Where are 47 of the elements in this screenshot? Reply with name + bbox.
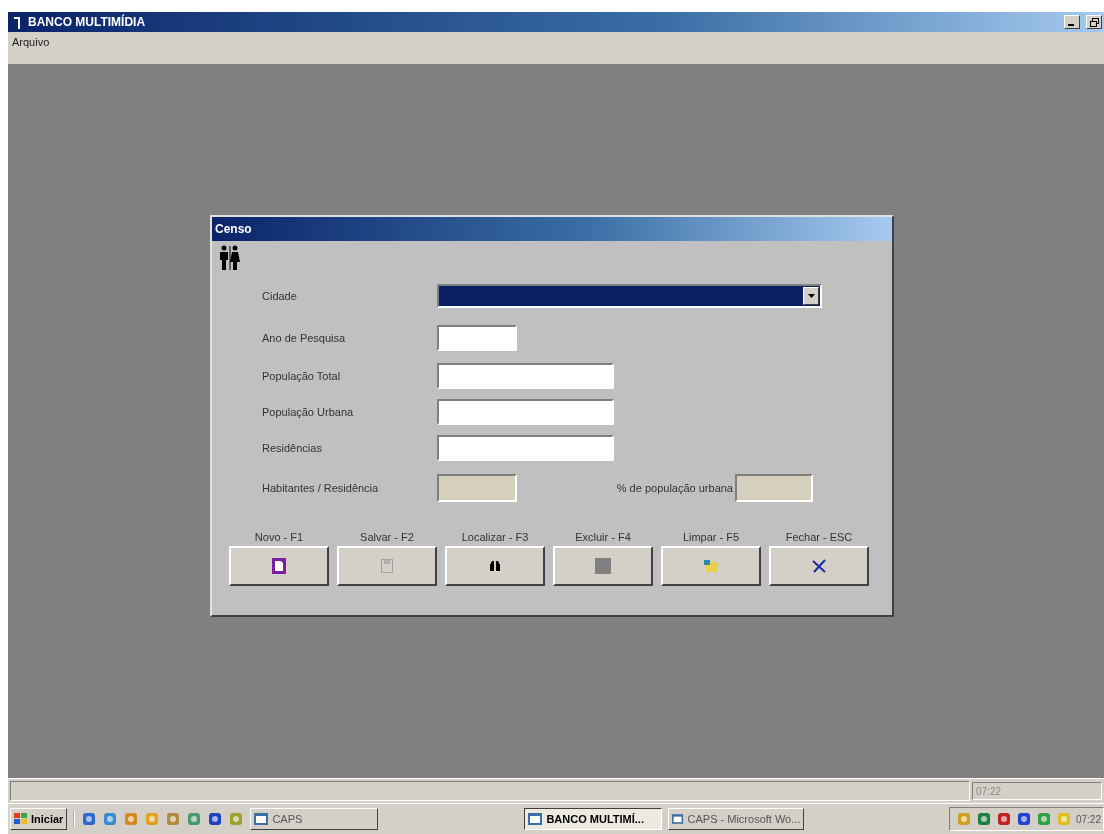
restore-button[interactable] bbox=[1086, 15, 1102, 29]
field-label: Cidade bbox=[262, 290, 298, 302]
field-label: População Urbana bbox=[262, 406, 355, 418]
city-dropdown[interactable] bbox=[437, 284, 822, 308]
taskbar-task[interactable]: CAPS bbox=[250, 808, 379, 830]
restore-icon bbox=[1089, 17, 1099, 27]
input-field[interactable] bbox=[437, 399, 614, 425]
taskbar-task[interactable]: BANCO MULTIMÍ... bbox=[524, 808, 663, 830]
taskbar-task[interactable]: CAPS - Microsoft Wo... bbox=[668, 808, 805, 830]
readonly-field[interactable] bbox=[437, 474, 517, 502]
button-caption: Limpar - F5 bbox=[682, 531, 740, 543]
window-title: BANCO MULTIMÍDIA bbox=[28, 15, 147, 29]
window-icon bbox=[254, 813, 269, 825]
people-icon bbox=[218, 245, 242, 271]
readonly-field[interactable] bbox=[735, 474, 813, 502]
status-time: 07:22 bbox=[972, 782, 1102, 800]
window-icon bbox=[672, 813, 684, 825]
field-label: Ano de Pesquisa bbox=[262, 332, 347, 344]
input-field[interactable] bbox=[437, 363, 614, 389]
dropdown-button[interactable] bbox=[803, 287, 819, 305]
toolbar-button[interactable] bbox=[445, 546, 545, 586]
field-label: População Total bbox=[262, 370, 342, 382]
toolbar-button[interactable] bbox=[229, 546, 329, 586]
dialog-title: Censo bbox=[212, 217, 892, 241]
button-caption: Salvar - F2 bbox=[360, 531, 414, 543]
input-field[interactable] bbox=[437, 325, 517, 351]
button-caption: Excluir - F4 bbox=[575, 531, 631, 543]
clock: 07:22 bbox=[1075, 813, 1101, 825]
minimize-button[interactable] bbox=[1064, 15, 1080, 29]
window-icon bbox=[528, 813, 543, 825]
field-label: Residências bbox=[262, 442, 323, 454]
windows-logo-icon bbox=[14, 813, 28, 825]
close-icon bbox=[811, 558, 827, 574]
field-label: Habitantes / Residência bbox=[262, 482, 380, 494]
menu-item[interactable]: Arquivo bbox=[10, 34, 52, 50]
button-caption: Fechar - ESC bbox=[785, 531, 853, 543]
binoculars-icon bbox=[489, 560, 501, 572]
button-caption: Novo - F1 bbox=[254, 531, 304, 543]
button-caption: Localizar - F3 bbox=[461, 531, 529, 543]
toolbar-button[interactable] bbox=[661, 546, 761, 586]
start-button[interactable]: Iniciar bbox=[10, 808, 68, 830]
square-icon bbox=[595, 558, 611, 574]
document-icon bbox=[272, 558, 286, 574]
field-label: % de população urbana bbox=[615, 482, 734, 494]
input-field[interactable] bbox=[437, 435, 614, 461]
toolbar-button[interactable] bbox=[769, 546, 869, 586]
caret-icon bbox=[807, 294, 815, 298]
